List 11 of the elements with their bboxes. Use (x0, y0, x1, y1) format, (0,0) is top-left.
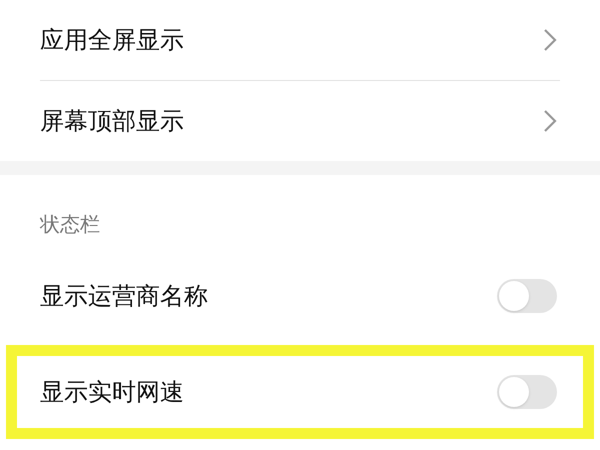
settings-row[interactable]: 应用全屏显示 (0, 0, 600, 80)
settings-row[interactable]: 屏幕顶部显示 (0, 81, 600, 161)
setting-label: 屏幕顶部显示 (40, 106, 184, 137)
toggle-switch[interactable] (497, 375, 557, 409)
setting-label: 显示实时网速 (40, 377, 184, 408)
chevron-right-icon (543, 28, 557, 52)
section-header: 状态栏 (40, 211, 100, 238)
setting-label: 显示运营商名称 (40, 281, 208, 312)
setting-label: 应用全屏显示 (40, 25, 184, 56)
chevron-right-icon (543, 109, 557, 133)
toggle-switch[interactable] (497, 279, 557, 313)
